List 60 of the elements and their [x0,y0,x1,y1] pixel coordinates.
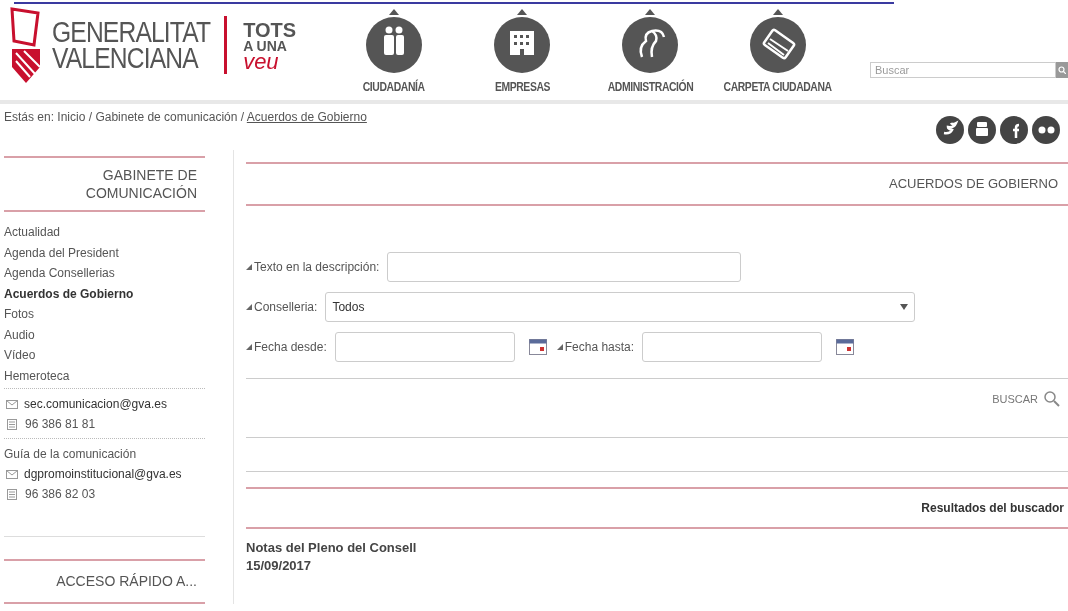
logo-text: VALENCIANA [52,45,200,71]
triangle-icon [246,263,252,270]
triangle-icon [246,303,252,310]
sidebar-link[interactable]: Hemeroteca [4,365,205,386]
envelope-icon [6,399,18,409]
field-label: Texto en la descripción: [254,258,380,276]
search-field[interactable]: Buscar [870,62,1056,78]
section-title: ACUERDOS DE GOBIERNO [246,162,1068,206]
search-button[interactable] [1056,62,1068,78]
field-label: Fecha hasta: [564,338,635,356]
sidebar-link[interactable]: Agenda del President [4,242,205,263]
sidebar-link[interactable]: Agenda Consellerias [4,263,205,284]
dropdown-value: Todos [332,298,365,316]
calendar-icon [528,338,547,355]
slogan-text: TOTS [243,21,297,39]
dropdown-arrow-icon [900,303,909,310]
phone-number: 96 386 82 03 [25,486,96,503]
field-label: Conselleria: [254,298,318,316]
envelope-icon [6,469,18,479]
phone-number: 96 386 81 81 [25,416,96,433]
building-icon [494,16,551,73]
sidebar-title: GABINETE DE COMUNICACIÓN [4,156,205,212]
slogan-text: veu [243,54,279,69]
sidebar-link[interactable]: Guía de la comunicación [4,444,137,464]
section-title: Resultados del buscador [246,487,1068,529]
logo-text: GENERALITAT [52,19,211,45]
sidebar-link[interactable]: Audio [4,324,205,345]
facebook-icon[interactable] [1000,116,1028,144]
phone-icon [7,488,17,500]
text-field[interactable] [387,251,742,282]
sidebar-link[interactable]: Acuerdos de Gobierno [4,283,205,304]
nav-link[interactable]: CARPETA CIUDADANA [724,8,833,96]
triangle-icon [246,343,252,350]
result-date: 15/09/2017 [246,557,313,575]
sidebar-link[interactable]: Vídeo [4,345,205,366]
flickr-icon[interactable] [1032,116,1060,144]
text-field[interactable] [642,331,823,362]
dropdown[interactable]: Todos [325,291,916,322]
result-link[interactable]: Notas del Pleno del Consell [246,539,1068,557]
breadcrumb-link[interactable]: Acuerdos de Gobierno [246,110,367,124]
breadcrumb-text: Estás en: Inicio / Gabinete de comunicación / [4,110,246,124]
nav-link[interactable]: CIUDADANÍA [340,8,449,96]
triangle-icon [556,343,563,350]
nav-link[interactable]: EMPRESAS [468,8,577,96]
search-icon [1044,390,1060,407]
people-icon [366,16,423,73]
sidebar-link[interactable]: Actualidad [4,222,205,243]
slogan-text: A UNA [243,39,288,54]
card-icon [750,16,807,73]
search-button[interactable]: BUSCAR [992,390,1060,407]
email-link[interactable]: dgpromoinstitucional@gva.es [24,464,182,484]
sidebar-link[interactable]: Fotos [4,304,205,325]
calendar-icon [836,338,855,355]
search-icon [1058,66,1066,74]
sidebar-title: ACCESO RÁPIDO A... [4,559,205,604]
field-label: Fecha desde: [254,338,327,356]
phone-icon [7,418,17,430]
email-link[interactable]: sec.comunicacion@gva.es [24,394,167,414]
nav-link[interactable]: ADMINISTRACIÓN [596,8,705,96]
text-field[interactable] [334,331,515,362]
